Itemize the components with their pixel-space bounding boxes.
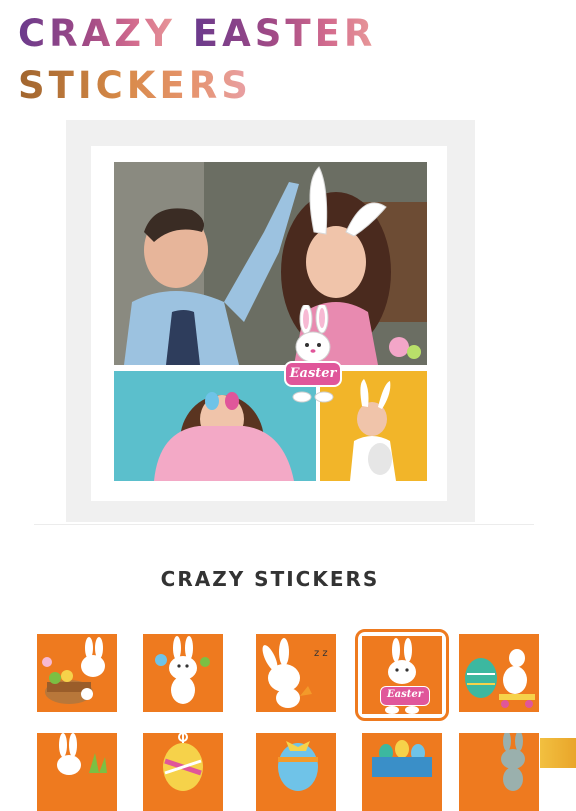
sticker-egg-bow[interactable]	[256, 733, 336, 811]
sticker-bunny-basket[interactable]	[37, 634, 117, 712]
sticker-egg-basket[interactable]	[362, 733, 442, 811]
bunny-waving-icon	[155, 636, 210, 704]
grey-bunny-icon	[501, 733, 525, 791]
sticker-bunny-egg-cart[interactable]	[459, 634, 539, 712]
placed-easter-sticker[interactable]: Easter	[282, 302, 344, 403]
sticker-bunny-sleeping[interactable]: z z	[256, 634, 336, 712]
next-sticker-peek[interactable]	[540, 738, 576, 768]
headline-word-easter: EASTER	[192, 12, 377, 55]
sticker-easter-label: Easter	[380, 686, 430, 706]
egg-basket-icon	[372, 740, 432, 777]
egg-bow-icon	[278, 741, 318, 791]
collage-photo-main[interactable]	[114, 162, 427, 365]
sticker-hanging-egg[interactable]	[143, 733, 223, 811]
bunny-basket-icon	[42, 637, 105, 704]
bunny-egg-cart-icon	[465, 649, 535, 708]
headline-word-stickers: STICKERS	[18, 64, 252, 107]
sticker-bunny-waving[interactable]	[143, 634, 223, 712]
sticker-bunny-grass[interactable]	[37, 733, 117, 811]
stickers-section-title: CRAZY STICKERS	[160, 567, 380, 591]
headline-word-crazy: CRAZY	[18, 12, 176, 55]
section-divider	[34, 524, 534, 525]
bunny-grass-icon	[57, 733, 107, 775]
headline-line-1: CRAZY EASTER	[18, 12, 376, 56]
hanging-egg-icon	[163, 733, 203, 791]
svg-text:z z: z z	[314, 648, 328, 659]
sticker-bunny-easter-sign[interactable]: Easter	[362, 636, 442, 714]
easter-sticker-label: Easter	[284, 361, 342, 387]
headline-line-2: STICKERS	[18, 64, 252, 108]
sticker-grey-bunny[interactable]	[459, 733, 539, 811]
bunny-sleeping-icon: z z	[262, 638, 328, 708]
